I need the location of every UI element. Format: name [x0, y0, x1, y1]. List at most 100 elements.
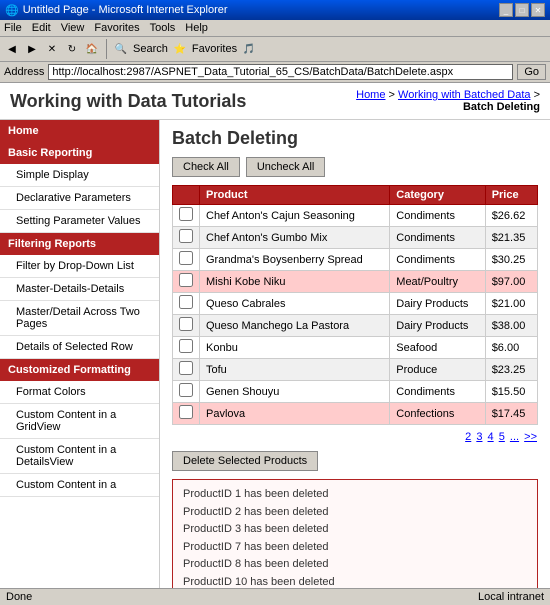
- col-category: Category: [390, 186, 485, 205]
- menu-file[interactable]: File: [4, 22, 22, 34]
- row-checkbox-cell[interactable]: [173, 205, 200, 227]
- site-title: Working with Data Tutorials: [10, 91, 246, 112]
- go-button[interactable]: Go: [517, 64, 546, 80]
- browser-icon: 🌐: [5, 4, 19, 17]
- pager-ellipsis[interactable]: ...: [510, 431, 519, 443]
- address-input[interactable]: [48, 64, 513, 80]
- row-price: $21.00: [485, 293, 537, 315]
- row-product: Pavlova: [200, 403, 390, 425]
- menu-tools[interactable]: Tools: [150, 22, 176, 34]
- search-btn[interactable]: 🔍: [113, 41, 129, 57]
- maximize-btn[interactable]: □: [515, 3, 529, 17]
- page-title: Batch Deleting: [172, 128, 538, 149]
- row-category: Dairy Products: [390, 293, 485, 315]
- row-price: $15.50: [485, 381, 537, 403]
- sidebar-item-master-details[interactable]: Master-Details-Details: [0, 278, 159, 301]
- col-price: Price: [485, 186, 537, 205]
- close-btn[interactable]: ✕: [531, 3, 545, 17]
- row-checkbox-cell[interactable]: [173, 359, 200, 381]
- zone-text: Local intranet: [478, 591, 544, 603]
- toolbar: ◀ ▶ ✕ ↻ 🏠 🔍 Search ⭐ Favorites 🎵: [0, 37, 550, 62]
- row-checkbox[interactable]: [179, 317, 193, 331]
- breadcrumb: Home > Working with Batched Data > Batch…: [356, 89, 540, 113]
- row-checkbox[interactable]: [179, 295, 193, 309]
- deletion-log-entry: ProductID 3 has been deleted: [183, 521, 527, 539]
- sidebar-item-master-detail-pages[interactable]: Master/Detail Across Two Pages: [0, 301, 159, 336]
- row-checkbox[interactable]: [179, 339, 193, 353]
- pager-page-5[interactable]: 5: [499, 431, 505, 443]
- status-text: Done: [6, 591, 32, 603]
- row-checkbox[interactable]: [179, 251, 193, 265]
- media-btn[interactable]: 🎵: [241, 41, 257, 57]
- row-checkbox-cell[interactable]: [173, 337, 200, 359]
- window-controls[interactable]: _ □ ✕: [499, 3, 545, 17]
- row-category: Seafood: [390, 337, 485, 359]
- deletion-log-entry: ProductID 10 has been deleted: [183, 574, 527, 588]
- delete-selected-button[interactable]: Delete Selected Products: [172, 451, 318, 471]
- row-price: $26.62: [485, 205, 537, 227]
- check-buttons-row: Check All Uncheck All: [172, 157, 538, 177]
- row-checkbox[interactable]: [179, 383, 193, 397]
- row-checkbox[interactable]: [179, 273, 193, 287]
- minimize-btn[interactable]: _: [499, 3, 513, 17]
- row-product: Tofu: [200, 359, 390, 381]
- row-checkbox-cell[interactable]: [173, 315, 200, 337]
- forward-btn[interactable]: ▶: [24, 41, 40, 57]
- pager-next[interactable]: >>: [524, 431, 537, 443]
- delete-btn-row: Delete Selected Products: [172, 451, 538, 471]
- row-checkbox-cell[interactable]: [173, 293, 200, 315]
- sidebar-item-declarative-params[interactable]: Declarative Parameters: [0, 187, 159, 210]
- row-category: Confections: [390, 403, 485, 425]
- stop-btn[interactable]: ✕: [44, 41, 60, 57]
- row-checkbox-cell[interactable]: [173, 403, 200, 425]
- row-category: Condiments: [390, 381, 485, 403]
- uncheck-all-button[interactable]: Uncheck All: [246, 157, 325, 177]
- table-row: Grandma's Boysenberry Spread Condiments …: [173, 249, 538, 271]
- main-layout: Home Basic Reporting Simple Display Decl…: [0, 120, 550, 588]
- row-checkbox-cell[interactable]: [173, 381, 200, 403]
- sidebar-item-details-selected[interactable]: Details of Selected Row: [0, 336, 159, 359]
- row-product: Konbu: [200, 337, 390, 359]
- content-area: Batch Deleting Check All Uncheck All Pro…: [160, 120, 550, 588]
- back-btn[interactable]: ◀: [4, 41, 20, 57]
- sidebar-section-filtering: Filtering Reports: [0, 233, 159, 255]
- row-checkbox[interactable]: [179, 207, 193, 221]
- sidebar-item-custom-gridview[interactable]: Custom Content in a GridView: [0, 404, 159, 439]
- home-btn[interactable]: 🏠: [84, 41, 100, 57]
- search-label: Search: [133, 43, 168, 55]
- breadcrumb-section[interactable]: Working with Batched Data: [398, 89, 530, 101]
- breadcrumb-home[interactable]: Home: [356, 89, 385, 101]
- pager-page-4[interactable]: 4: [488, 431, 494, 443]
- sidebar-item-simple-display[interactable]: Simple Display: [0, 164, 159, 187]
- sidebar-item-format-colors[interactable]: Format Colors: [0, 381, 159, 404]
- row-checkbox[interactable]: [179, 229, 193, 243]
- title-bar: 🌐 Untitled Page - Microsoft Internet Exp…: [0, 0, 550, 20]
- row-checkbox-cell[interactable]: [173, 249, 200, 271]
- row-checkbox-cell[interactable]: [173, 227, 200, 249]
- row-checkbox-cell[interactable]: [173, 271, 200, 293]
- row-category: Meat/Poultry: [390, 271, 485, 293]
- products-table: Product Category Price Chef Anton's Caju…: [172, 185, 538, 425]
- row-product: Mishi Kobe Niku: [200, 271, 390, 293]
- row-product: Queso Cabrales: [200, 293, 390, 315]
- pager-page-2[interactable]: 2: [465, 431, 471, 443]
- favorites-btn[interactable]: ⭐: [172, 41, 188, 57]
- refresh-btn[interactable]: ↻: [64, 41, 80, 57]
- sidebar-item-setting-params[interactable]: Setting Parameter Values: [0, 210, 159, 233]
- menu-favorites[interactable]: Favorites: [94, 22, 139, 34]
- menu-view[interactable]: View: [61, 22, 85, 34]
- menu-edit[interactable]: Edit: [32, 22, 51, 34]
- row-checkbox[interactable]: [179, 405, 193, 419]
- site-header: Working with Data Tutorials Home > Worki…: [0, 83, 550, 120]
- sidebar-item-custom-detailsview[interactable]: Custom Content in a DetailsView: [0, 439, 159, 474]
- check-all-button[interactable]: Check All: [172, 157, 240, 177]
- sidebar-item-custom-content[interactable]: Custom Content in a: [0, 474, 159, 497]
- row-category: Condiments: [390, 205, 485, 227]
- sidebar-section-home[interactable]: Home: [0, 120, 159, 142]
- pager-page-3[interactable]: 3: [476, 431, 482, 443]
- row-product: Chef Anton's Gumbo Mix: [200, 227, 390, 249]
- row-checkbox[interactable]: [179, 361, 193, 375]
- row-price: $38.00: [485, 315, 537, 337]
- sidebar-item-filter-dropdown[interactable]: Filter by Drop-Down List: [0, 255, 159, 278]
- menu-help[interactable]: Help: [185, 22, 208, 34]
